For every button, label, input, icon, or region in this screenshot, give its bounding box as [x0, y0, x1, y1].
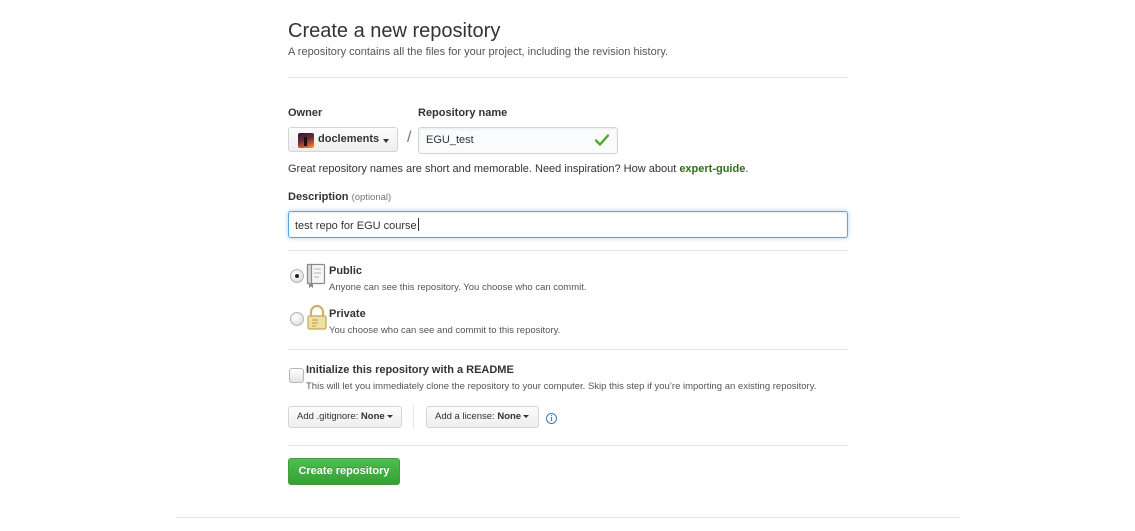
create-repository-button[interactable]: Create repository — [288, 458, 400, 485]
hint-period: . — [745, 163, 749, 175]
gitignore-label: Add .gitignore: — [297, 411, 359, 422]
footer-divider — [176, 517, 960, 518]
readme-description: This will let you immediately clone the … — [306, 381, 817, 392]
hint-text: Great repository names are short and mem… — [288, 163, 680, 175]
page-subtitle: A repository contains all the files for … — [288, 46, 669, 58]
gitignore-select[interactable]: Add .gitignore: None — [288, 406, 402, 428]
page-title: Create a new repository — [288, 20, 501, 42]
owner-name: doclements — [318, 133, 380, 145]
repo-name-input[interactable]: EGU_test — [418, 127, 618, 154]
info-icon[interactable]: i — [546, 413, 557, 424]
avatar — [298, 133, 314, 148]
divider — [288, 250, 848, 251]
private-radio[interactable] — [290, 312, 304, 326]
suggested-name-link[interactable]: expert-guide — [679, 163, 745, 175]
owner-select[interactable]: doclements — [288, 127, 398, 152]
license-label: Add a license: — [435, 411, 495, 422]
license-value: None — [497, 411, 522, 422]
description-input[interactable]: test repo for EGU course — [288, 211, 848, 238]
description-value: test repo for EGU course — [295, 218, 419, 232]
text-cursor — [417, 218, 419, 231]
repo-icon — [306, 263, 326, 288]
repo-name-value: EGU_test — [426, 134, 474, 146]
owner-label: Owner — [288, 107, 323, 119]
divider — [288, 445, 848, 446]
repo-name-hint: Great repository names are short and mem… — [288, 163, 748, 175]
private-description: You choose who can see and commit to thi… — [329, 325, 561, 336]
check-icon — [595, 134, 609, 146]
gitignore-value: None — [360, 411, 385, 422]
readme-checkbox[interactable] — [289, 368, 304, 383]
description-label: Description (optional) — [288, 191, 391, 203]
caret-down-icon — [383, 139, 389, 143]
description-label-text: Description — [288, 191, 349, 203]
public-title: Public — [329, 265, 363, 277]
divider — [288, 77, 848, 78]
caret-down-icon — [523, 414, 530, 418]
private-title: Private — [329, 308, 366, 320]
divider — [288, 349, 848, 350]
button-separator — [413, 406, 414, 428]
public-radio[interactable] — [290, 269, 304, 283]
public-description: Anyone can see this repository. You choo… — [329, 282, 587, 293]
repo-name-label: Repository name — [418, 107, 508, 119]
readme-title: Initialize this repository with a README — [306, 364, 514, 376]
description-text: test repo for EGU course — [295, 220, 417, 232]
license-select[interactable]: Add a license: None — [426, 406, 539, 428]
caret-down-icon — [386, 414, 393, 418]
lock-icon — [307, 305, 327, 330]
owner-repo-separator: / — [407, 129, 412, 146]
optional-note: (optional) — [351, 192, 392, 203]
